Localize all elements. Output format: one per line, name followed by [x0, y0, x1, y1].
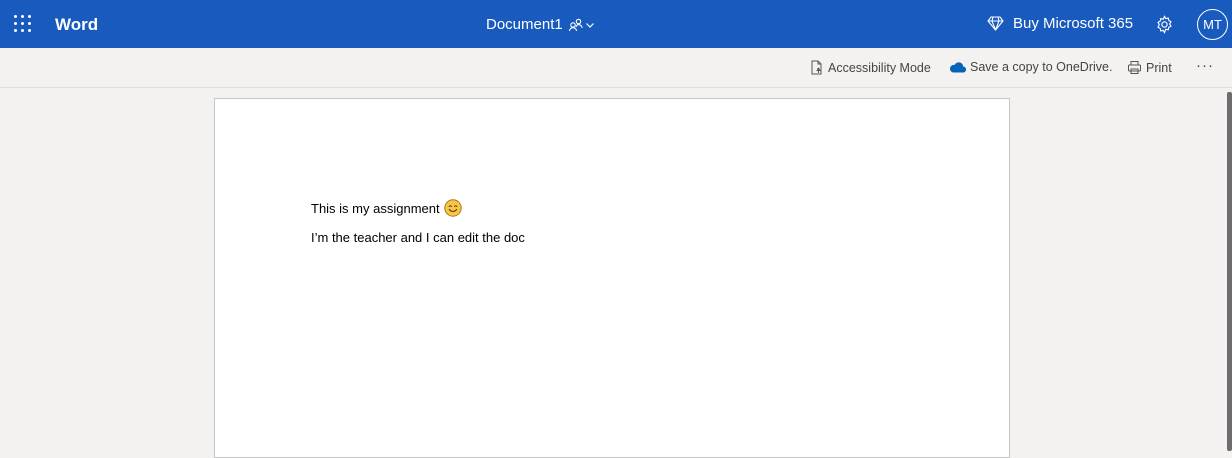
app-name[interactable]: Word: [55, 15, 98, 35]
accessibility-mode-label: Accessibility Mode: [828, 60, 931, 75]
settings-gear-icon[interactable]: [1155, 15, 1174, 34]
view-toolbar: Accessibility Mode Save a copy to OneDri…: [0, 48, 1232, 88]
diamond-icon: [987, 16, 1004, 31]
paragraph-text: This is my assignment: [311, 200, 440, 216]
print-button[interactable]: Print: [1127, 60, 1172, 75]
smiling-face-emoji-icon: [443, 199, 462, 217]
top-bar: Word Document1 Buy Microsoft 365 MT: [0, 0, 1232, 48]
accessibility-document-icon: [811, 60, 822, 75]
accessibility-mode-button[interactable]: Accessibility Mode: [810, 60, 931, 75]
app-launcher-icon[interactable]: [14, 15, 32, 33]
chevron-down-icon: [585, 20, 595, 30]
people-icon: [568, 17, 584, 33]
buy-label: Buy Microsoft 365: [1013, 15, 1134, 32]
save-copy-label: Save a copy to OneDrive.: [970, 60, 1113, 74]
paragraph[interactable]: I’m the teacher and I can edit the doc: [311, 230, 525, 245]
document-title-button[interactable]: Document1: [486, 16, 595, 33]
onedrive-cloud-icon: [950, 62, 966, 73]
vertical-scrollbar[interactable]: [1227, 92, 1232, 451]
paragraph[interactable]: This is my assignment: [311, 199, 462, 217]
print-label: Print: [1146, 60, 1172, 75]
buy-microsoft-365-button[interactable]: Buy Microsoft 365: [987, 15, 1133, 32]
account-avatar[interactable]: MT: [1197, 9, 1228, 40]
document-title: Document1: [486, 16, 563, 33]
document-canvas[interactable]: This is my assignment I’m the teacher an…: [0, 89, 1232, 458]
document-page[interactable]: This is my assignment I’m the teacher an…: [214, 98, 1010, 458]
save-copy-onedrive-button[interactable]: Save a copy to OneDrive.: [949, 60, 1112, 74]
printer-icon: [1128, 61, 1141, 74]
more-options-button[interactable]: ···: [1196, 57, 1214, 74]
